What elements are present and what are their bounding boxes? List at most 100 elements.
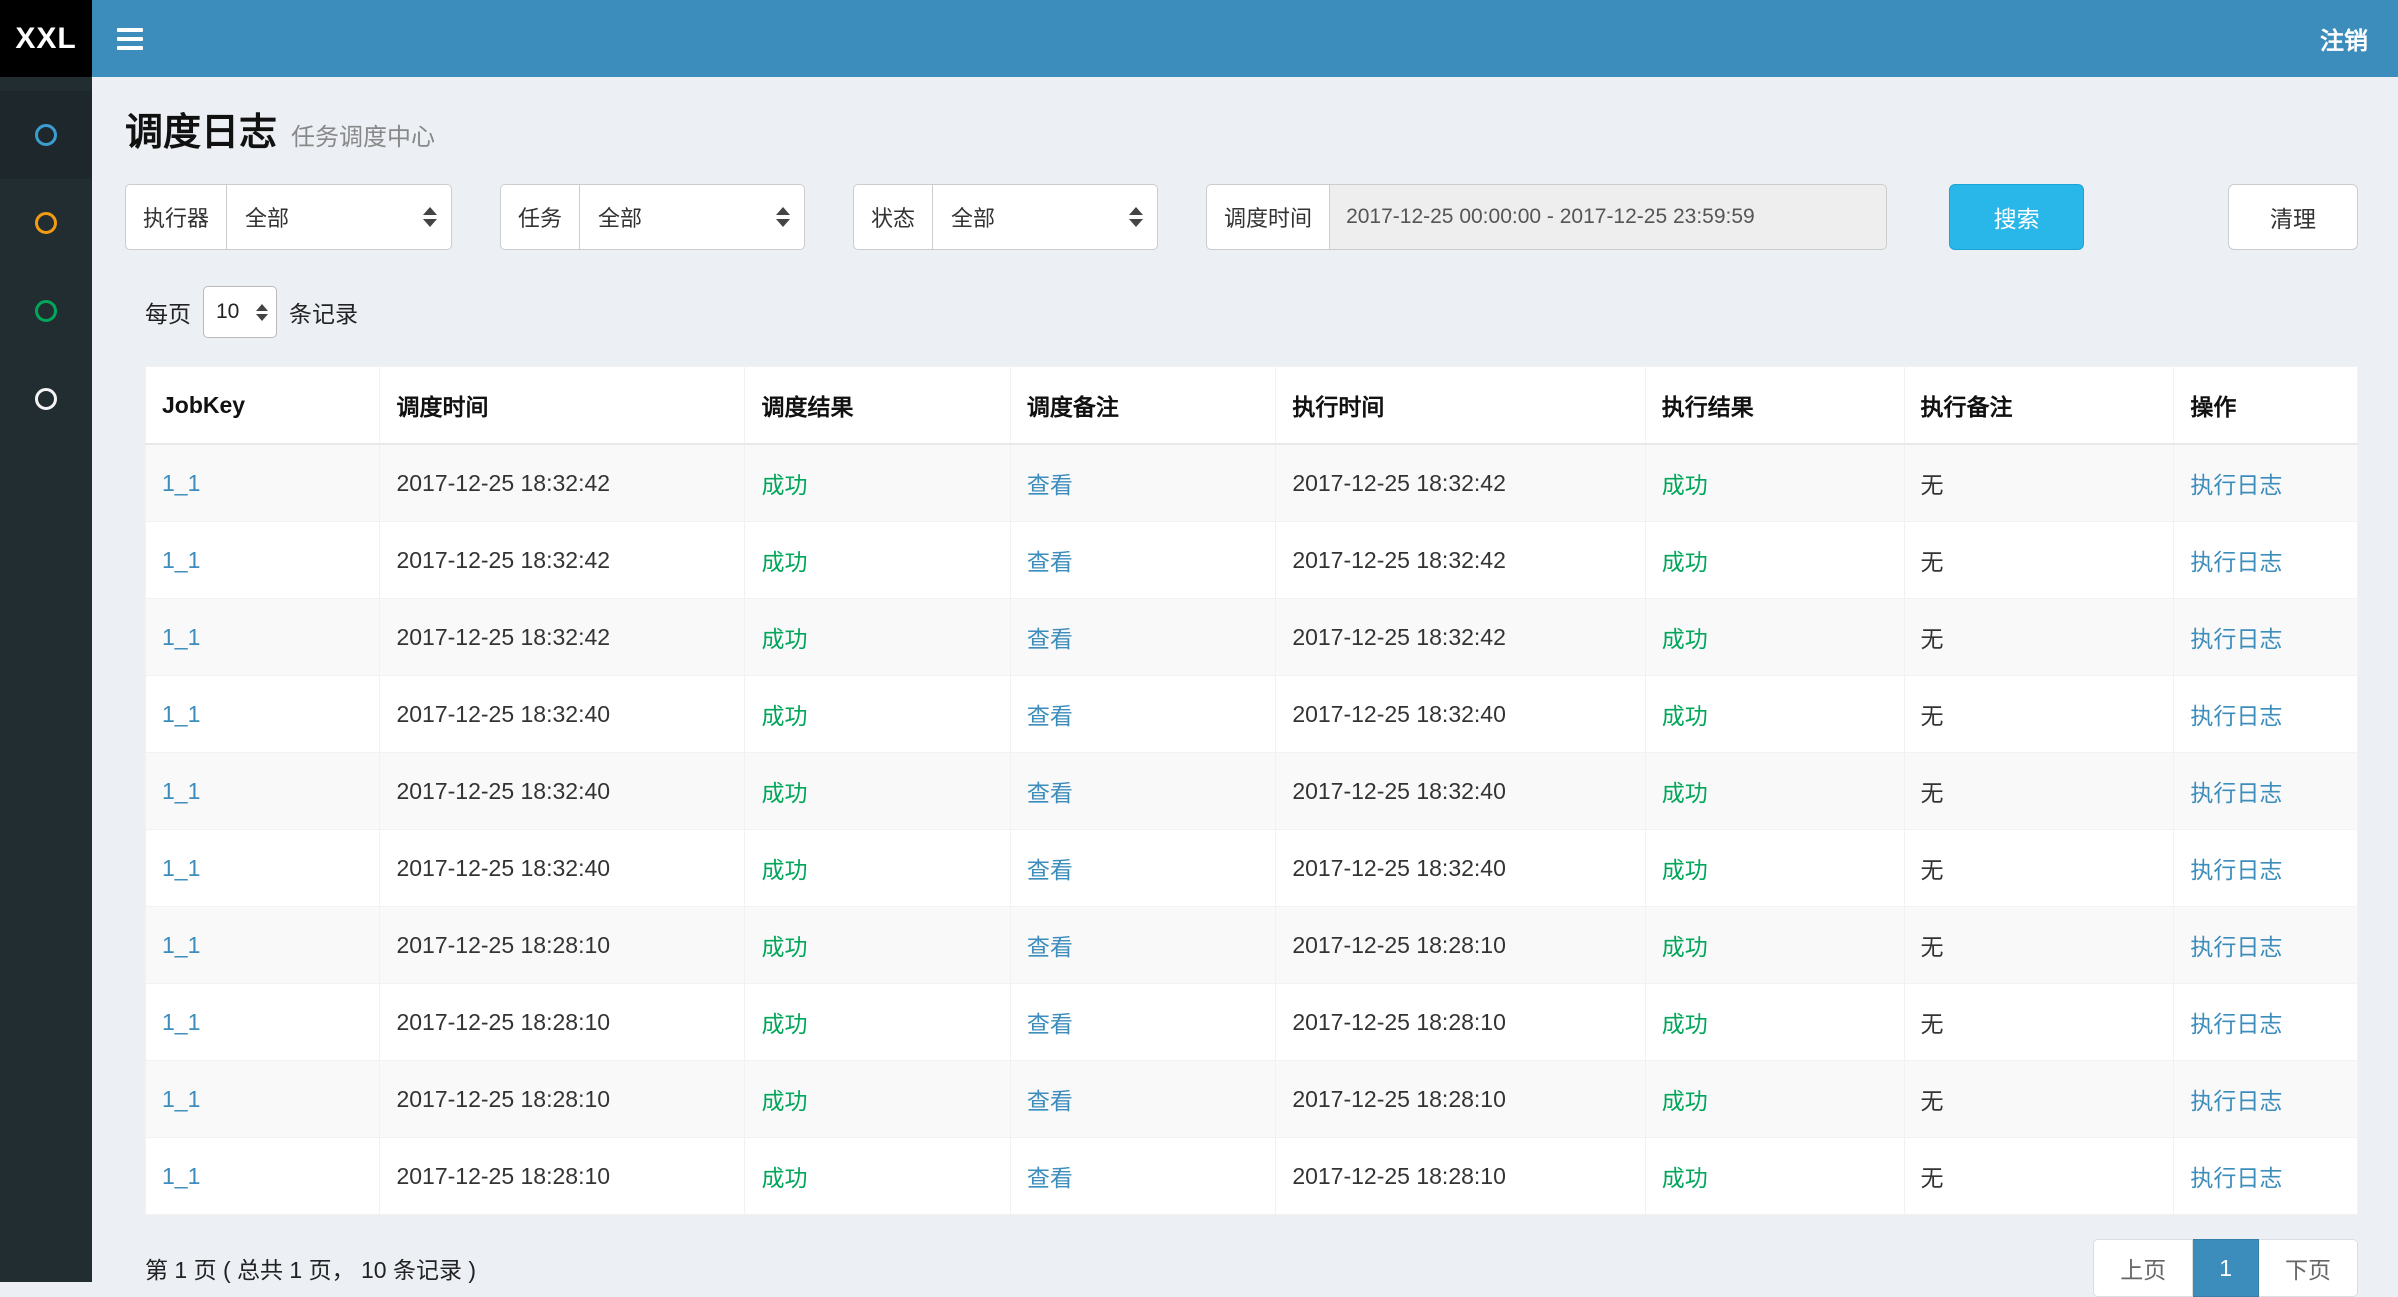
handle-time-cell: 2017-12-25 18:28:10 [1276,984,1645,1061]
table-row: 1_1 2017-12-25 18:28:10 成功 查看 2017-12-25… [146,1061,2358,1138]
page-subtitle: 任务调度中心 [291,117,435,152]
trigger-time-cell: 2017-12-25 18:32:42 [380,599,745,676]
trigger-msg-link[interactable]: 查看 [1010,599,1275,676]
trigger-time-cell: 2017-12-25 18:28:10 [380,907,745,984]
executor-selected-value: 全部 [245,201,289,233]
search-button[interactable]: 搜索 [1949,184,2084,250]
jobkey-link[interactable]: 1_1 [146,522,380,599]
jobkey-link[interactable]: 1_1 [146,830,380,907]
executor-filter-group: 执行器 全部 [125,184,452,250]
sidebar-toggle-icon[interactable] [117,28,143,50]
trigger-result-cell: 成功 [745,984,1010,1061]
trigger-time-cell: 2017-12-25 18:32:42 [380,444,745,522]
jobkey-link[interactable]: 1_1 [146,984,380,1061]
sidebar-item-3[interactable] [0,267,92,355]
jobkey-link[interactable]: 1_1 [146,1061,380,1138]
jobkey-link[interactable]: 1_1 [146,907,380,984]
navbar-main: 注销 [92,0,2398,77]
header-action: 操作 [2174,367,2358,445]
pagesize-select[interactable]: 10 [203,286,277,338]
table-row: 1_1 2017-12-25 18:28:10 成功 查看 2017-12-25… [146,1138,2358,1215]
jobkey-link[interactable]: 1_1 [146,676,380,753]
handle-result-cell: 成功 [1645,907,1904,984]
handle-msg-cell: 无 [1904,444,2174,522]
time-range-input[interactable] [1329,184,1887,250]
exec-log-link[interactable]: 执行日志 [2174,984,2358,1061]
jobkey-link[interactable]: 1_1 [146,444,380,522]
handle-time-cell: 2017-12-25 18:32:42 [1276,522,1645,599]
handle-msg-cell: 无 [1904,522,2174,599]
header-handle-time: 执行时间 [1276,367,1645,445]
header-trigger-result: 调度结果 [745,367,1010,445]
jobkey-link[interactable]: 1_1 [146,1138,380,1215]
clear-button[interactable]: 清理 [2228,184,2358,250]
handle-msg-cell: 无 [1904,676,2174,753]
exec-log-link[interactable]: 执行日志 [2174,753,2358,830]
sidebar [0,77,92,1282]
trigger-msg-link[interactable]: 查看 [1010,1061,1275,1138]
job-filter-group: 任务 全部 [500,184,805,250]
executor-select[interactable]: 全部 [226,184,452,250]
trigger-result-cell: 成功 [745,907,1010,984]
exec-log-link[interactable]: 执行日志 [2174,1138,2358,1215]
circle-icon [35,300,57,322]
trigger-msg-link[interactable]: 查看 [1010,1138,1275,1215]
trigger-msg-link[interactable]: 查看 [1010,984,1275,1061]
exec-log-link[interactable]: 执行日志 [2174,599,2358,676]
prev-page-button[interactable]: 上页 [2093,1239,2193,1297]
status-select[interactable]: 全部 [932,184,1158,250]
circle-icon [35,124,57,146]
handle-time-cell: 2017-12-25 18:32:40 [1276,753,1645,830]
top-navbar: XXL 注销 [0,0,2398,77]
status-selected-value: 全部 [951,201,995,233]
handle-time-cell: 2017-12-25 18:28:10 [1276,1061,1645,1138]
sidebar-item-2[interactable] [0,179,92,267]
exec-log-link[interactable]: 执行日志 [2174,522,2358,599]
handle-result-cell: 成功 [1645,522,1904,599]
handle-result-cell: 成功 [1645,830,1904,907]
sidebar-item-4[interactable] [0,355,92,443]
exec-log-link[interactable]: 执行日志 [2174,907,2358,984]
logout-link[interactable]: 注销 [2320,21,2368,56]
trigger-msg-link[interactable]: 查看 [1010,676,1275,753]
log-table: JobKey 调度时间 调度结果 调度备注 执行时间 执行结果 执行备注 操作 … [145,366,2358,1215]
executor-label: 执行器 [125,184,226,250]
header-handle-msg: 执行备注 [1904,367,2174,445]
jobkey-link[interactable]: 1_1 [146,599,380,676]
exec-log-link[interactable]: 执行日志 [2174,676,2358,753]
select-arrows-icon [1129,207,1143,227]
header-handle-result: 执行结果 [1645,367,1904,445]
trigger-result-cell: 成功 [745,676,1010,753]
table-row: 1_1 2017-12-25 18:32:42 成功 查看 2017-12-25… [146,444,2358,522]
trigger-msg-link[interactable]: 查看 [1010,444,1275,522]
handle-time-cell: 2017-12-25 18:32:40 [1276,676,1645,753]
exec-log-link[interactable]: 执行日志 [2174,830,2358,907]
circle-icon [35,212,57,234]
trigger-result-cell: 成功 [745,1138,1010,1215]
select-arrows-icon [423,207,437,227]
job-select[interactable]: 全部 [579,184,805,250]
trigger-msg-link[interactable]: 查看 [1010,830,1275,907]
pagesize-row: 每页 10 条记录 [145,286,2358,338]
exec-log-link[interactable]: 执行日志 [2174,444,2358,522]
exec-log-link[interactable]: 执行日志 [2174,1061,2358,1138]
handle-msg-cell: 无 [1904,599,2174,676]
trigger-msg-link[interactable]: 查看 [1010,907,1275,984]
current-page-button[interactable]: 1 [2193,1239,2259,1297]
table-header-row: JobKey 调度时间 调度结果 调度备注 执行时间 执行结果 执行备注 操作 [146,367,2358,445]
next-page-button[interactable]: 下页 [2259,1239,2358,1297]
handle-time-cell: 2017-12-25 18:28:10 [1276,907,1645,984]
job-selected-value: 全部 [598,201,642,233]
app-logo[interactable]: XXL [0,0,92,77]
trigger-msg-link[interactable]: 查看 [1010,522,1275,599]
trigger-time-cell: 2017-12-25 18:28:10 [380,1138,745,1215]
table-footer: 第 1 页 ( 总共 1 页， 10 条记录 ) 上页 1 下页 [145,1239,2358,1297]
trigger-time-cell: 2017-12-25 18:28:10 [380,1061,745,1138]
jobkey-link[interactable]: 1_1 [146,753,380,830]
trigger-time-cell: 2017-12-25 18:32:40 [380,830,745,907]
pagination: 上页 1 下页 [2093,1239,2358,1297]
trigger-time-cell: 2017-12-25 18:32:42 [380,522,745,599]
header-jobkey: JobKey [146,367,380,445]
sidebar-item-1[interactable] [0,91,92,179]
trigger-msg-link[interactable]: 查看 [1010,753,1275,830]
